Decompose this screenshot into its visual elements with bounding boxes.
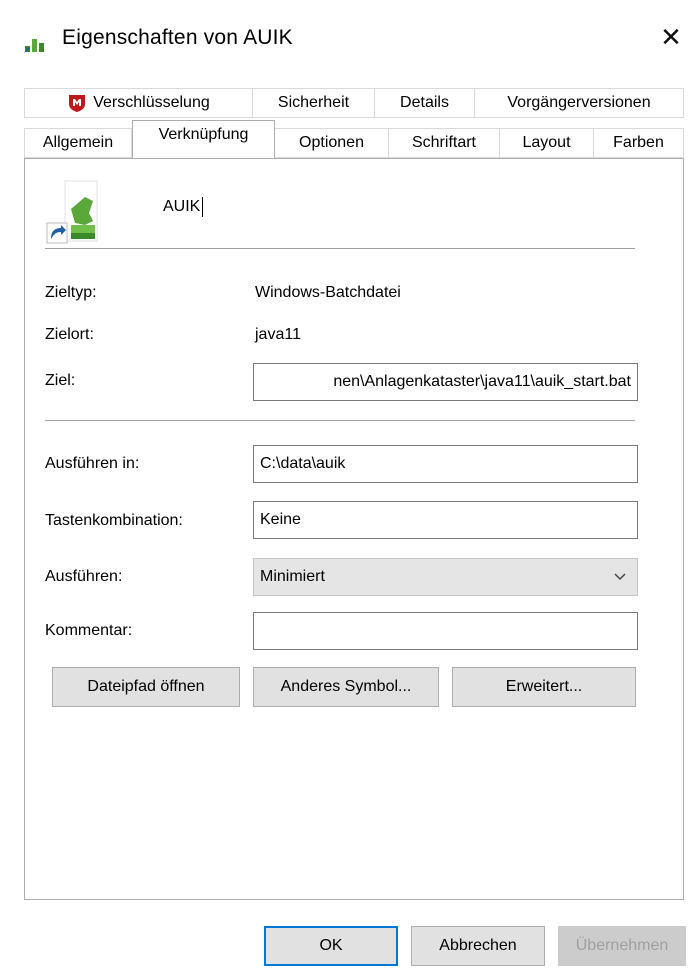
zielort-value: java11	[255, 326, 301, 343]
shortcut-name-text: AUIK	[163, 198, 201, 216]
uebernehmen-button: Übernehmen	[558, 926, 686, 966]
ziel-label: Ziel:	[45, 372, 76, 389]
abbrechen-button[interactable]: Abbrechen	[411, 926, 545, 966]
kommentar-input[interactable]	[253, 612, 638, 650]
ok-button[interactable]: OK	[264, 926, 398, 966]
tab-label: Layout	[522, 134, 571, 151]
tab-label: Allgemein	[42, 134, 114, 151]
tab-label: Verknüpfung	[158, 126, 249, 143]
ausfuehren-select[interactable]: Minimiert	[253, 558, 638, 596]
separator	[45, 420, 635, 421]
tab-label: Schriftart	[411, 134, 476, 151]
tab-label: Farben	[613, 134, 664, 151]
ausfuehren-selected-value: Minimiert	[260, 568, 325, 585]
tab-verknuepfung[interactable]: Verknüpfung	[132, 120, 275, 158]
tab-label: Vorgängerversionen	[507, 94, 651, 111]
tab-optionen[interactable]: Optionen	[274, 128, 389, 158]
title-bar: Eigenschaften von AUIK ✕	[0, 0, 695, 80]
shortcut-name[interactable]: AUIK	[163, 197, 204, 217]
batch-file-shortcut-icon	[46, 180, 98, 244]
zieltyp-value: Windows-Batchdatei	[255, 284, 401, 301]
tab-sicherheit[interactable]: Sicherheit	[252, 88, 375, 118]
tastenkombination-label: Tastenkombination:	[45, 512, 183, 529]
dateipfad-oeffnen-button[interactable]: Dateipfad öffnen	[52, 667, 240, 707]
tab-farben[interactable]: Farben	[593, 128, 684, 158]
mcafee-shield-icon	[69, 94, 86, 112]
erweitert-button[interactable]: Erweitert...	[452, 667, 636, 707]
tab-schriftart[interactable]: Schriftart	[388, 128, 500, 158]
separator	[45, 248, 635, 249]
tab-label: Verschlüsselung	[93, 94, 210, 111]
zielort-label: Zielort:	[45, 326, 94, 343]
tab-verschluesselung[interactable]: Verschlüsselung	[24, 88, 253, 118]
ziel-input[interactable]: nen\Anlagenkataster\java11\auik_start.ba…	[253, 363, 638, 401]
shortcut-tab-panel: AUIK Zieltyp: Windows-Batchdatei Zielort…	[24, 158, 684, 900]
ausfuehren-in-input[interactable]: C:\data\auik	[253, 445, 638, 483]
close-icon[interactable]: ✕	[656, 22, 686, 52]
tab-label: Sicherheit	[277, 94, 350, 111]
ausfuehren-in-label: Ausführen in:	[45, 455, 140, 472]
tastenkombination-input[interactable]: Keine	[253, 501, 638, 539]
ausfuehren-label: Ausführen:	[45, 568, 123, 585]
kommentar-label: Kommentar:	[45, 622, 133, 639]
tab-label: Optionen	[299, 134, 364, 151]
tab-vorgaengerversionen[interactable]: Vorgängerversionen	[474, 88, 684, 118]
zieltyp-label: Zieltyp:	[45, 284, 97, 301]
chevron-down-icon	[613, 559, 627, 608]
window-title: Eigenschaften von AUIK	[62, 26, 293, 49]
tab-allgemein[interactable]: Allgemein	[24, 128, 132, 158]
app-icon	[24, 39, 44, 53]
tab-label: Details	[400, 94, 449, 111]
text-cursor	[202, 197, 204, 217]
anderes-symbol-button[interactable]: Anderes Symbol...	[253, 667, 439, 707]
tab-details[interactable]: Details	[374, 88, 475, 118]
tab-layout[interactable]: Layout	[499, 128, 594, 158]
